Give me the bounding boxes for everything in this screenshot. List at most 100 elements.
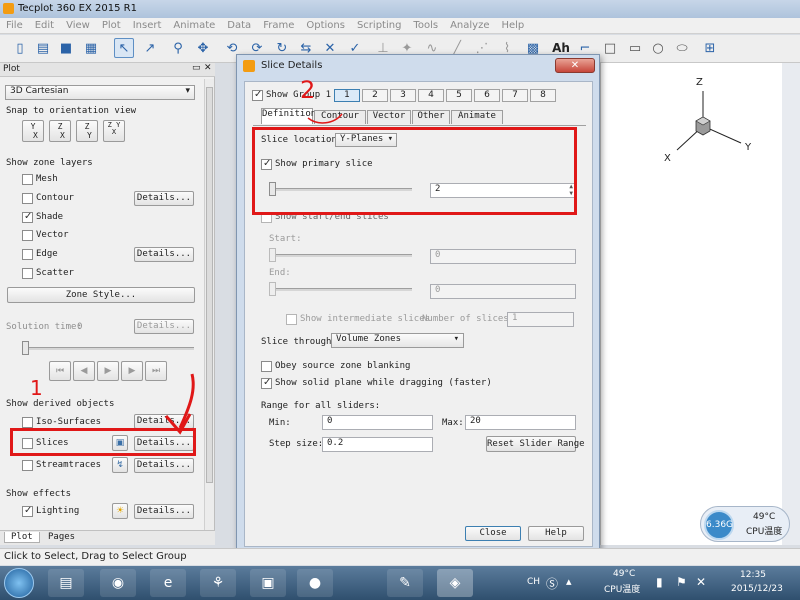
tray-flag-icon[interactable]: ⚑ (676, 575, 687, 589)
edge-checkbox[interactable] (22, 249, 33, 260)
snap-yx-button[interactable]: Y X (22, 120, 44, 142)
app-icon[interactable]: ⚘ (200, 569, 236, 597)
tecplot-active-icon[interactable]: ◈ (437, 569, 473, 597)
sidebar-scrollbar[interactable] (204, 79, 214, 531)
rectangle-icon[interactable]: ▭ (625, 38, 645, 58)
end-input[interactable]: 0 (430, 284, 576, 299)
lighting-checkbox[interactable] (22, 505, 33, 517)
ie-icon[interactable]: e (150, 569, 186, 597)
show-group-checkbox[interactable] (252, 89, 263, 101)
scatter-checkbox[interactable] (22, 268, 33, 279)
streamtrace-tool-icon[interactable]: ↯ (112, 457, 128, 473)
cpu-temp-widget[interactable]: 6.36G 49°C CPU温度 (700, 506, 790, 542)
vector-checkbox[interactable] (22, 230, 33, 241)
intermediate-checkbox[interactable] (286, 314, 297, 325)
solution-time-slider[interactable] (22, 347, 194, 350)
close-icon[interactable]: ✕ (204, 63, 212, 73)
windows-start-icon[interactable] (4, 568, 34, 598)
tab-other[interactable]: Other (412, 110, 450, 124)
paint-icon[interactable]: ✎ (387, 569, 423, 597)
menu-tools[interactable]: Tools (407, 18, 444, 31)
zone-style-button[interactable]: Zone Style... (7, 287, 195, 303)
start-slider-thumb[interactable] (269, 248, 276, 262)
lighting-details-button[interactable]: Details... (134, 504, 194, 519)
open-icon[interactable]: ▤ (33, 38, 53, 58)
snap-zyx-button[interactable]: Z YX (103, 120, 125, 142)
square-icon[interactable]: □ (600, 38, 620, 58)
frame-icon[interactable]: ⊞ (700, 38, 720, 58)
tray-network-icon[interactable]: ▮ (656, 575, 663, 589)
help-button[interactable]: Help (528, 526, 584, 541)
clock-date[interactable]: 2015/12/23 (731, 584, 783, 594)
group-8-button[interactable]: 8 (530, 89, 556, 102)
step-size-input[interactable]: 0.2 (322, 437, 433, 452)
edge-details-button[interactable]: Details... (134, 247, 194, 262)
zoom-icon[interactable]: ⚲ (168, 38, 188, 58)
end-slider[interactable] (269, 288, 412, 291)
tab-pages[interactable]: Pages (44, 532, 79, 542)
menu-plot[interactable]: Plot (96, 18, 127, 31)
solution-time-thumb[interactable] (22, 341, 29, 355)
menu-animate[interactable]: Animate (167, 18, 221, 31)
translate-icon[interactable]: ✥ (193, 38, 213, 58)
menu-insert[interactable]: Insert (127, 18, 168, 31)
slice-through-select[interactable]: Volume Zones ▾ (331, 333, 464, 348)
new-icon[interactable]: ▯ (10, 38, 30, 58)
min-input[interactable]: 0 (322, 415, 433, 430)
menu-scripting[interactable]: Scripting (351, 18, 407, 31)
contour-details-button[interactable]: Details... (134, 191, 194, 206)
circle-icon[interactable]: ○ (648, 38, 668, 58)
streamtraces-checkbox[interactable] (22, 460, 33, 471)
group-5-button[interactable]: 5 (446, 89, 472, 102)
max-input[interactable]: 20 (465, 415, 576, 430)
tecplot-icon[interactable]: ▣ (250, 569, 286, 597)
menu-analyze[interactable]: Analyze (444, 18, 495, 31)
first-frame-icon[interactable]: ⏮ (49, 361, 71, 381)
float-icon[interactable]: ▭ (192, 63, 201, 73)
obey-blanking-checkbox[interactable] (261, 361, 272, 372)
reset-slider-range-button[interactable]: Reset Slider Range (486, 436, 585, 452)
tray-volume-icon[interactable]: ✕ (696, 575, 706, 589)
tab-vector[interactable]: Vector (367, 110, 411, 124)
shade-checkbox[interactable] (22, 211, 33, 223)
tray-language[interactable]: CH (527, 577, 540, 587)
end-slider-thumb[interactable] (269, 282, 276, 296)
group-3-button[interactable]: 3 (390, 89, 416, 102)
dialog-close-icon[interactable]: ✕ (555, 58, 595, 73)
play-icon[interactable]: ▶ (97, 361, 119, 381)
menu-view[interactable]: View (60, 18, 96, 31)
step-forward-icon[interactable]: ▶ (121, 361, 143, 381)
explorer-icon[interactable]: ▤ (48, 569, 84, 597)
snap-zy-button[interactable]: Z Y (76, 120, 98, 142)
orange-icon[interactable]: ● (297, 569, 333, 597)
menu-options[interactable]: Options (300, 18, 351, 31)
tray-arrow-icon[interactable]: ▴ (566, 575, 572, 588)
menu-edit[interactable]: Edit (29, 18, 60, 31)
graphics-canvas[interactable]: Z X Y (600, 63, 782, 545)
num-slices-input[interactable]: 1 (507, 312, 574, 327)
start-slider[interactable] (269, 254, 412, 257)
adjust-icon[interactable]: ↗ (140, 38, 160, 58)
menu-help[interactable]: Help (495, 18, 530, 31)
print-icon[interactable]: ▦ (81, 38, 101, 58)
ellipse-icon[interactable]: ⬭ (672, 38, 692, 58)
iso-surfaces-checkbox[interactable] (22, 417, 33, 428)
plot-type-select[interactable]: 3D Cartesian ▾ (5, 85, 195, 100)
group-6-button[interactable]: 6 (474, 89, 500, 102)
snap-zx-button[interactable]: Z X (49, 120, 71, 142)
menu-frame[interactable]: Frame (257, 18, 300, 31)
tab-animate[interactable]: Animate (451, 110, 503, 124)
mesh-checkbox[interactable] (22, 174, 33, 185)
solid-plane-checkbox[interactable] (261, 377, 272, 389)
clock-time[interactable]: 12:35 (740, 570, 766, 580)
close-button[interactable]: Close (465, 526, 521, 541)
streamtraces-details-button[interactable]: Details... (134, 458, 194, 473)
save-icon[interactable]: ■ (56, 38, 76, 58)
contour-checkbox[interactable] (22, 193, 33, 204)
select-arrow-icon[interactable]: ↖ (114, 38, 134, 58)
chrome-icon[interactable]: ◉ (100, 569, 136, 597)
solution-details-button[interactable]: Details... (134, 319, 194, 334)
menu-file[interactable]: File (0, 18, 29, 31)
start-input[interactable]: 0 (430, 249, 576, 264)
tab-plot[interactable]: Plot (4, 532, 40, 543)
